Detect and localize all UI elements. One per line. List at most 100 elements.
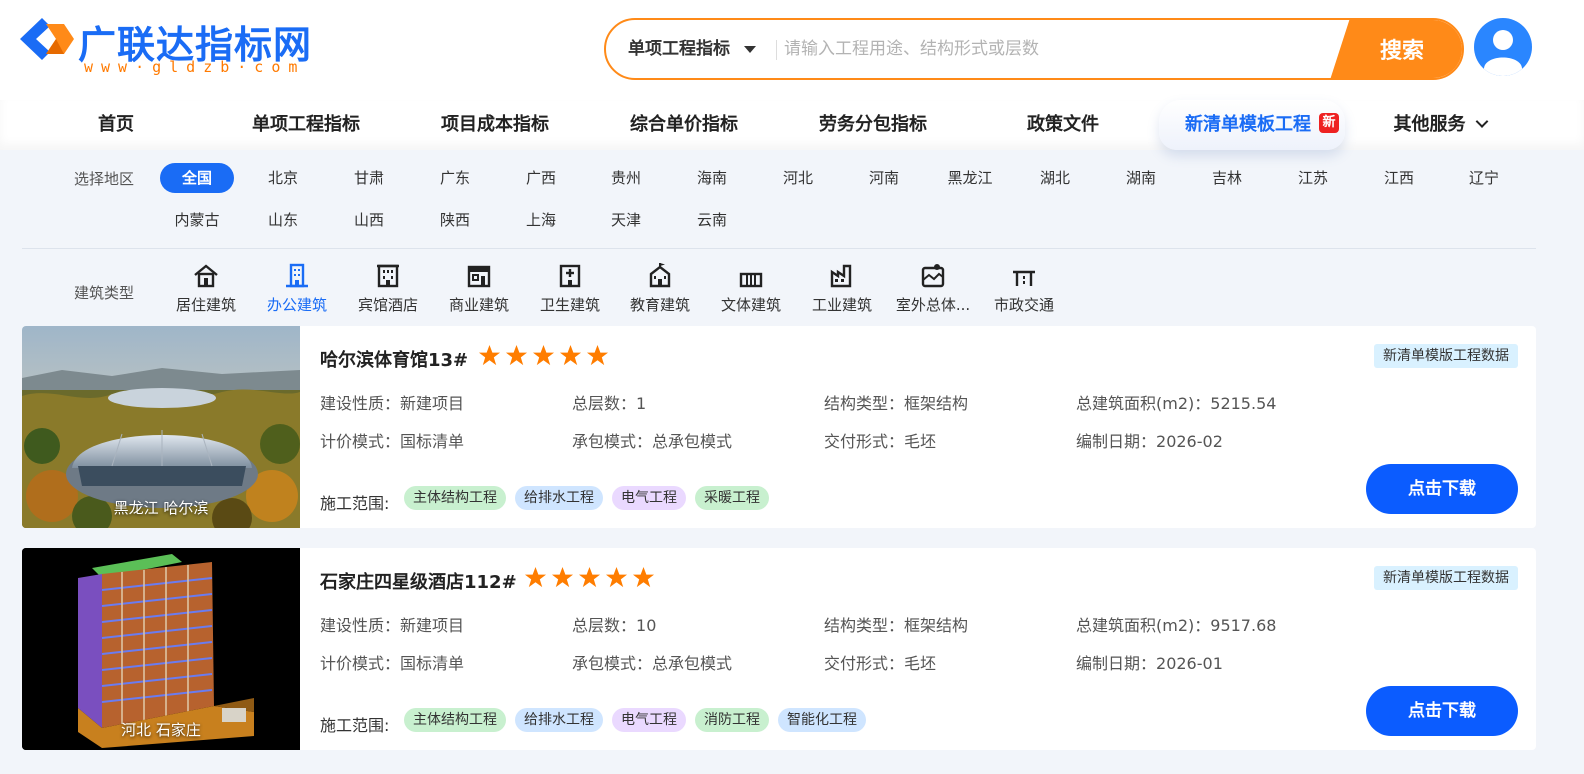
project-card[interactable]: 河北 石家庄 石家庄四星级酒店112# 新清单模版工程数据 建设性质：新建项目 … [22, 548, 1536, 750]
nav-item-new-template[interactable]: 新清单模板工程 新 [1159, 100, 1345, 150]
building-type-option[interactable]: 教育建筑 [615, 262, 705, 315]
region-option[interactable]: 河北 [783, 163, 813, 193]
region-option[interactable]: 河南 [869, 163, 899, 193]
field-label: 编制日期： [1076, 654, 1157, 673]
field-value: 9517.68 [1210, 616, 1277, 635]
header: 广联达指标网 www·gldzb·com 单项工程指标 搜索 [0, 0, 1584, 100]
region-option[interactable]: 陕西 [440, 205, 470, 235]
search-button[interactable]: 搜索 [1330, 20, 1462, 78]
download-button[interactable]: 点击下载 [1366, 464, 1518, 514]
project-image[interactable]: 河北 石家庄 [22, 548, 300, 750]
nav-item-policy[interactable]: 政策文件 [1027, 100, 1099, 150]
nav-item-more-services[interactable]: 其他服务 [1394, 100, 1489, 150]
download-button[interactable]: 点击下载 [1366, 686, 1518, 736]
building-type-option[interactable]: 宾馆酒店 [343, 262, 433, 315]
project-title[interactable]: 石家庄四星级酒店112# [320, 568, 517, 594]
star-icon [505, 344, 528, 366]
bridge-icon [1013, 270, 1035, 286]
scope-chip: 主体结构工程 [404, 486, 506, 510]
region-option[interactable]: 海南 [697, 163, 727, 193]
field-value: 总承包模式 [652, 432, 733, 451]
region-option[interactable]: 江西 [1384, 163, 1414, 193]
template-data-tag: 新清单模版工程数据 [1374, 344, 1518, 368]
star-icon [632, 566, 655, 588]
search-category-select[interactable]: 单项工程指标 [628, 20, 756, 78]
field-label: 总层数： [572, 616, 637, 635]
office-building-icon [286, 263, 308, 288]
nav-item-project-cost[interactable]: 项目成本指标 [441, 100, 549, 150]
building-type-label: 工业建筑 [811, 296, 872, 314]
region-option[interactable]: 天津 [611, 205, 641, 235]
field-value: 5215.54 [1210, 394, 1277, 413]
region-option[interactable]: 江苏 [1298, 163, 1328, 193]
scope-chip: 采暖工程 [695, 486, 769, 510]
field-label: 建设性质： [320, 394, 401, 413]
region-option[interactable]: 广东 [440, 163, 470, 193]
field-value: 新建项目 [400, 394, 465, 413]
region-option[interactable]: 辽宁 [1469, 163, 1499, 193]
building-type-option[interactable]: 市政交通 [979, 262, 1069, 315]
region-option[interactable]: 贵州 [611, 163, 641, 193]
site-logo[interactable]: 广联达指标网 www·gldzb·com [20, 12, 340, 78]
project-title[interactable]: 哈尔滨体育馆13# [320, 346, 468, 372]
field-value: 2026-02 [1156, 432, 1223, 451]
scope-chip: 电气工程 [612, 486, 686, 510]
region-option[interactable]: 甘肃 [354, 163, 384, 193]
field-structure: 结构类型：框架结构 [824, 612, 968, 636]
user-avatar-icon[interactable] [1474, 18, 1532, 76]
building-type-label: 卫生建筑 [539, 296, 600, 314]
type-filter-label: 建筑类型 [74, 284, 135, 302]
search-bar: 单项工程指标 搜索 [604, 18, 1464, 80]
building-type-option[interactable]: 工业建筑 [797, 262, 887, 315]
field-label: 结构类型： [824, 394, 905, 413]
building-type-option[interactable]: 室外总体... [888, 262, 978, 315]
nav-item-new-template-label: 新清单模板工程 [1185, 114, 1311, 135]
region-option[interactable]: 云南 [697, 205, 727, 235]
nav-item-unit-price[interactable]: 综合单价指标 [630, 100, 738, 150]
scope-chip: 主体结构工程 [404, 708, 506, 732]
region-option[interactable]: 吉林 [1212, 163, 1242, 193]
region-option[interactable]: 湖南 [1126, 163, 1156, 193]
person-icon [1484, 30, 1522, 76]
building-type-option[interactable]: 卫生建筑 [525, 262, 615, 315]
scope-label: 施工范围: [320, 716, 390, 735]
main-nav: 首页 单项工程指标 项目成本指标 综合单价指标 劳务分包指标 政策文件 新清单模… [0, 100, 1584, 150]
building-type-option[interactable]: 商业建筑 [434, 262, 524, 315]
project-location: 河北 石家庄 [121, 721, 201, 739]
region-option[interactable]: 上海 [526, 205, 556, 235]
field-label: 承包模式： [572, 432, 653, 451]
region-filter-label: 选择地区 [74, 170, 135, 188]
field-construction-type: 建设性质：新建项目 [320, 390, 464, 414]
field-value: 框架结构 [904, 394, 969, 413]
region-option[interactable]: 内蒙古 [174, 205, 219, 235]
star-icon [532, 344, 555, 366]
building-type-option[interactable]: 居住建筑 [161, 262, 251, 315]
building-type-label: 居住建筑 [175, 296, 236, 314]
field-value: 10 [636, 616, 657, 635]
building-type-label: 教育建筑 [629, 296, 690, 314]
scope-chip: 消防工程 [695, 708, 769, 732]
region-option[interactable]: 黑龙江 [947, 163, 992, 193]
building-type-option[interactable]: 办公建筑 [252, 262, 342, 315]
region-option[interactable]: 山西 [354, 205, 384, 235]
logo-url: www·gldzb·com [84, 58, 306, 76]
new-badge: 新 [1319, 113, 1339, 133]
school-icon [649, 263, 671, 288]
star-icon [524, 566, 547, 588]
region-option[interactable]: 全国 [160, 163, 234, 193]
region-option[interactable]: 湖北 [1040, 163, 1070, 193]
project-image[interactable]: 黑龙江 哈尔滨 [22, 326, 300, 528]
project-card[interactable]: 黑龙江 哈尔滨 哈尔滨体育馆13# 新清单模版工程数据 建设性质：新建项目 总层… [22, 326, 1536, 528]
field-date: 编制日期：2026-01 [1076, 650, 1223, 674]
building-type-option[interactable]: 文体建筑 [706, 262, 796, 315]
field-construction-type: 建设性质：新建项目 [320, 612, 464, 636]
region-option[interactable]: 北京 [268, 163, 298, 193]
search-input[interactable] [784, 20, 1324, 78]
nav-item-single-project[interactable]: 单项工程指标 [252, 100, 360, 150]
region-option[interactable]: 山东 [268, 205, 298, 235]
nav-item-labor[interactable]: 劳务分包指标 [819, 100, 927, 150]
region-option[interactable]: 广西 [526, 163, 556, 193]
field-total-area: 总建筑面积(m2)：5215.54 [1076, 390, 1276, 414]
nav-item-home[interactable]: 首页 [98, 100, 134, 150]
building-type-label: 市政交通 [993, 296, 1054, 314]
